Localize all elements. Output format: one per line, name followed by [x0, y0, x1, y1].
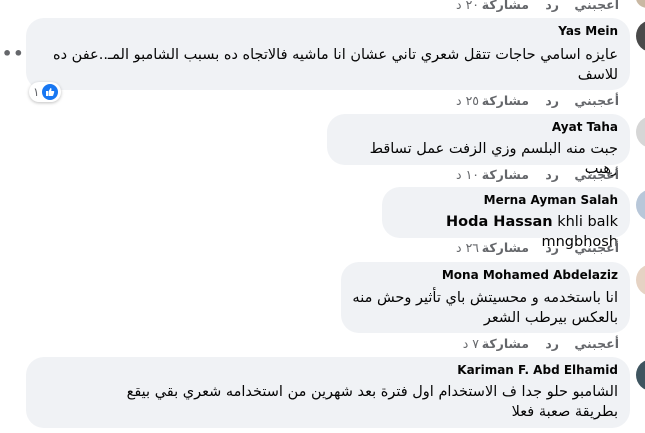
avatar[interactable] [636, 20, 645, 52]
timestamp[interactable]: ١٠ د [456, 167, 479, 182]
comment-author[interactable]: Mona Mohamed Abdelaziz [442, 268, 618, 282]
comment-author[interactable]: Ayat Taha [552, 120, 618, 134]
share-link[interactable]: مشاركة [482, 336, 529, 351]
like-link[interactable]: أعجبني [574, 240, 619, 255]
reply-link[interactable]: رد [545, 93, 559, 108]
like-link[interactable]: أعجبني [574, 0, 619, 12]
reply-link[interactable]: رد [545, 240, 559, 255]
comment-bubble: Mona Mohamed Abdelaziz انا باستخدمه و مح… [341, 262, 630, 333]
like-link[interactable]: أعجبني [574, 93, 619, 108]
comment-author[interactable]: Kariman F. Abd Elhamid [457, 363, 618, 377]
share-link[interactable]: مشاركة [482, 93, 529, 108]
reaction-count: ١ [33, 85, 40, 99]
comment-bubble: Merna Ayman Salah Hoda Hassan khli balk … [382, 187, 630, 250]
comment-bubble: Kariman F. Abd Elhamid الشامبو حلو جدا ف… [26, 357, 630, 428]
avatar[interactable] [636, 189, 645, 221]
avatar[interactable] [636, 264, 645, 296]
like-reaction-icon [42, 84, 59, 100]
share-link[interactable]: مشاركة [482, 0, 529, 12]
comment-text: عايزه اسامي حاجات تتقل شعري تاني عشان ان… [53, 47, 618, 83]
timestamp[interactable]: ٢٦ د [456, 240, 479, 255]
mention-link[interactable]: Hoda Hassan [446, 214, 553, 230]
avatar[interactable] [636, 0, 645, 8]
share-link[interactable]: مشاركة [482, 167, 529, 182]
comment-bubble: Ayat Taha جبت منه البلسم وزي الزفت عمل ت… [327, 114, 630, 177]
reply-link[interactable]: رد [545, 336, 559, 351]
share-link[interactable]: مشاركة [482, 240, 529, 255]
avatar[interactable] [636, 359, 645, 391]
comment-actions: أعجبني رد مشاركة ٢٥ د [455, 93, 619, 109]
comment-actions: أعجبني رد مشاركة ٧ د [455, 336, 619, 352]
comment-actions: أعجبني رد مشاركة ٢٦ د [455, 240, 619, 256]
like-link[interactable]: أعجبني [574, 336, 619, 351]
reply-link[interactable]: رد [545, 0, 559, 12]
reply-link[interactable]: رد [545, 167, 559, 182]
like-link[interactable]: أعجبني [574, 167, 619, 182]
comment-actions: أعجبني رد مشاركة ١٠ د [455, 167, 619, 183]
comment-actions: أعجبني رد مشاركة ٢٠ د [455, 0, 619, 13]
timestamp[interactable]: ٧ د [463, 336, 479, 351]
comment-author[interactable]: Merna Ayman Salah [484, 193, 618, 207]
comment-author[interactable]: Yas Mein [558, 24, 618, 38]
avatar[interactable] [636, 116, 645, 148]
timestamp[interactable]: ٢٥ د [456, 93, 479, 108]
comment-text: انا باستخدمه و محسيتش باي تأثير وحش منه … [352, 290, 618, 326]
timestamp[interactable]: ٢٠ د [456, 0, 479, 12]
reaction-summary[interactable]: ١ [29, 82, 62, 102]
comment-text: الشامبو حلو جدا ف الاستخدام اول فترة بعد… [126, 384, 618, 420]
comment-bubble: Yas Mein عايزه اسامي حاجات تتقل شعري تان… [26, 18, 630, 90]
